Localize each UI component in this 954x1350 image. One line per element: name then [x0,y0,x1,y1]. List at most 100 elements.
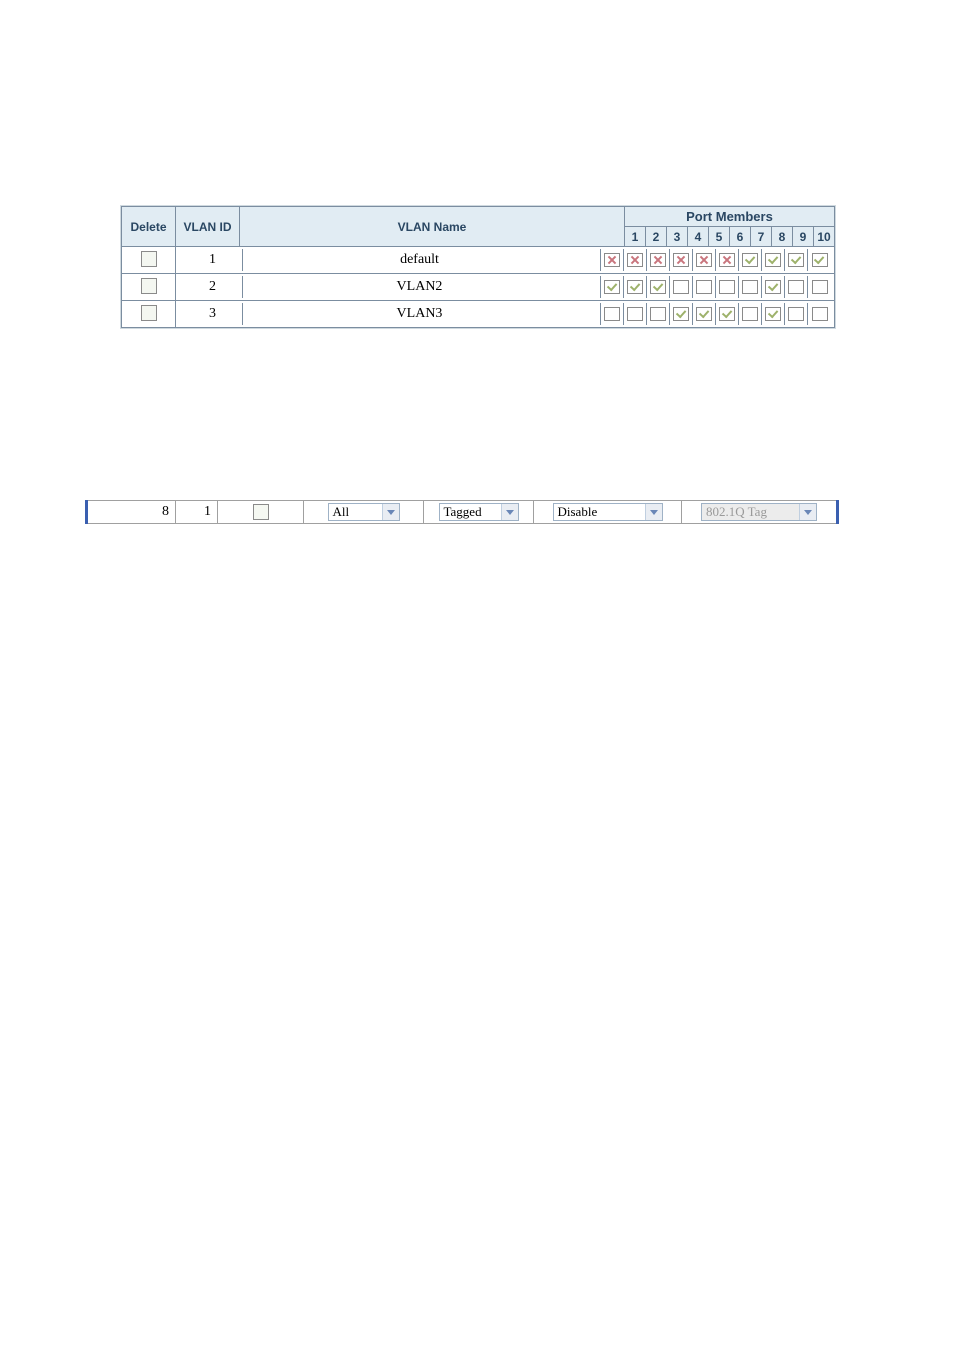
dd3-label: Disable [558,504,598,520]
port-empty-box[interactable] [742,280,758,294]
port-check-icon[interactable] [627,280,643,294]
dd1-label: All [333,504,350,520]
port-cell [739,249,762,271]
port-cell [670,249,693,271]
port-empty-box[interactable] [650,307,666,321]
port-check-icon[interactable] [788,253,804,267]
port-check-icon[interactable] [650,280,666,294]
col-vlan-id: VLAN ID [176,207,240,247]
vlan-panel: Delete VLAN ID VLAN Name Port Members 1 … [120,205,836,329]
table-row: 3VLAN3 [122,301,835,328]
chevron-down-icon [382,504,399,520]
port-cell [762,276,785,298]
row-content: 3VLAN3 [176,301,835,328]
port-cell [601,303,624,325]
port-cross-icon[interactable] [650,253,666,267]
delete-checkbox[interactable] [141,305,157,321]
port-cell [785,249,808,271]
port-cell [601,249,624,271]
port-cross-icon[interactable] [719,253,735,267]
port-cell [670,276,693,298]
port-cell [670,303,693,325]
port-cell [693,303,716,325]
port-empty-box[interactable] [604,307,620,321]
port-empty-box[interactable] [788,307,804,321]
port-config-checkbox[interactable] [253,504,269,520]
port-cell [762,303,785,325]
port-empty-box[interactable] [719,280,735,294]
port-cell [808,303,831,325]
port-check-icon[interactable] [812,253,828,267]
col-delete: Delete [122,207,176,247]
port-cross-icon[interactable] [696,253,712,267]
port-cell [808,249,831,271]
delete-cell [122,301,176,328]
port-config-col1: 8 [88,501,176,523]
port-cell [785,276,808,298]
vlan-table: Delete VLAN ID VLAN Name Port Members 1 … [121,206,835,328]
port-empty-box[interactable] [788,280,804,294]
port-empty-box[interactable] [812,307,828,321]
header-top-row: Delete VLAN ID VLAN Name Port Members [122,207,835,227]
port-config-dd2-cell: Tagged [424,501,534,523]
port-cell [624,303,647,325]
port-head-9: 9 [793,227,814,247]
col-vlan-name: VLAN Name [240,207,625,247]
delete-checkbox[interactable] [141,251,157,267]
vlan-id-cell: 3 [179,303,243,325]
table-row: 1default [122,247,835,274]
chevron-down-icon [645,504,662,520]
port-cell [808,276,831,298]
port-cell [739,303,762,325]
vlan-id-cell: 2 [179,276,243,298]
port-cell [693,276,716,298]
port-empty-box[interactable] [696,280,712,294]
port-check-icon[interactable] [696,307,712,321]
port-cell [647,276,670,298]
port-check-icon[interactable] [719,307,735,321]
delete-cell [122,274,176,301]
port-config-dd3-cell: Disable [534,501,682,523]
delete-cell [122,247,176,274]
port-config-col2: 1 [176,501,218,523]
port-check-icon[interactable] [765,253,781,267]
port-cross-icon[interactable] [673,253,689,267]
port-cell [716,303,739,325]
vlan-name-cell: VLAN2 [243,276,601,298]
port-head-5: 5 [709,227,730,247]
port-check-icon[interactable] [742,253,758,267]
port-config-dropdown-tagged[interactable]: Tagged [439,503,519,521]
port-check-icon[interactable] [673,307,689,321]
port-config-dropdown-disable[interactable]: Disable [553,503,663,521]
vlan-name-cell: default [243,249,601,271]
port-head-3: 3 [667,227,688,247]
port-cell [762,249,785,271]
port-cross-icon[interactable] [627,253,643,267]
port-cell [647,249,670,271]
port-cell [647,303,670,325]
port-head-8: 8 [772,227,793,247]
port-config-checkbox-cell [218,501,304,523]
port-cell [601,276,624,298]
row-content: 2VLAN2 [176,274,835,301]
port-check-icon[interactable] [604,280,620,294]
port-config-dropdown-all[interactable]: All [328,503,400,521]
port-empty-box[interactable] [812,280,828,294]
port-empty-box[interactable] [742,307,758,321]
port-head-6: 6 [730,227,751,247]
port-head-10: 10 [814,227,835,247]
port-config-dd1-cell: All [304,501,424,523]
port-empty-box[interactable] [627,307,643,321]
port-head-2: 2 [646,227,667,247]
delete-checkbox[interactable] [141,278,157,294]
port-empty-box[interactable] [673,280,689,294]
port-cell [624,276,647,298]
port-check-icon[interactable] [765,280,781,294]
chevron-down-icon [799,504,816,520]
port-config-dd4-cell: 802.1Q Tag [682,501,836,523]
port-check-icon[interactable] [765,307,781,321]
row-content: 1default [176,247,835,274]
port-cross-icon[interactable] [604,253,620,267]
port-cell [785,303,808,325]
dd4-label: 802.1Q Tag [706,504,767,520]
